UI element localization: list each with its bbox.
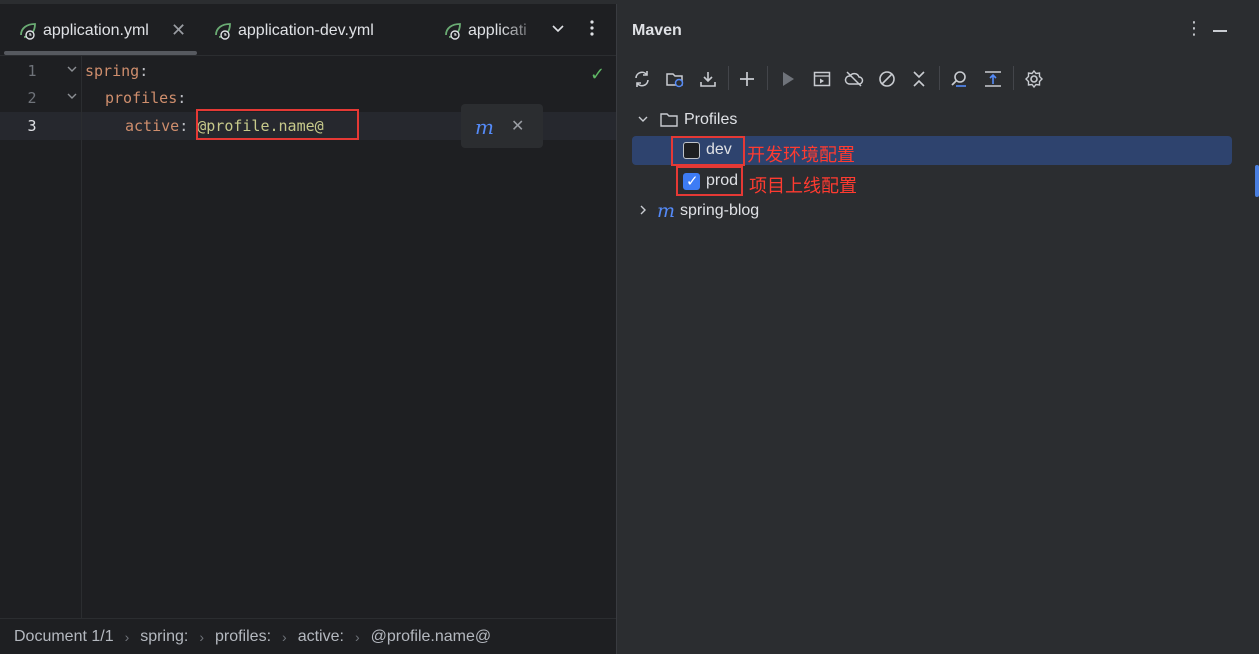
value-highlight-box xyxy=(196,109,359,140)
more-vertical-icon[interactable] xyxy=(584,18,600,43)
download-icon[interactable] xyxy=(695,66,721,92)
reimport-folder-icon[interactable] xyxy=(662,66,688,92)
maven-reload-icon[interactable]: m xyxy=(475,115,494,139)
maven-project-icon: m xyxy=(657,200,676,222)
breadcrumb-item[interactable]: Document 1/1 xyxy=(14,628,114,646)
fold-chevron-icon[interactable] xyxy=(66,84,78,112)
annotation-box-dev xyxy=(671,136,745,166)
annotation-note-dev: 开发环境配置 xyxy=(747,145,855,165)
maven-title: Maven xyxy=(632,22,682,39)
yaml-key: profiles xyxy=(105,89,178,107)
close-icon[interactable]: ✕ xyxy=(511,116,524,136)
tree-node-profiles[interactable]: Profiles xyxy=(637,106,737,134)
yaml-colon: : xyxy=(177,89,187,107)
maven-tool-window: Maven ⋮ Profiles dev 开发环境配置 ✓ prod 项目上线配… xyxy=(617,4,1259,654)
tab-application-dev-yml[interactable]: application-dev.yml xyxy=(213,18,374,44)
minimize-icon[interactable] xyxy=(1213,30,1227,32)
project-label: spring-blog xyxy=(680,202,760,219)
line-number: 1 xyxy=(27,62,37,80)
skip-tests-icon[interactable] xyxy=(874,66,900,92)
line-number: 3 xyxy=(27,117,37,135)
folder-icon xyxy=(659,111,679,129)
tab-close-icon[interactable]: ✕ xyxy=(171,20,186,41)
analyze-icon[interactable] xyxy=(946,66,972,92)
tab-overflow-fade xyxy=(500,14,546,48)
code-line-1[interactable]: 1 spring: xyxy=(0,57,616,85)
chevron-down-icon[interactable] xyxy=(550,20,566,41)
annotation-note-prod: 项目上线配置 xyxy=(749,176,857,196)
reload-icon[interactable] xyxy=(629,66,655,92)
run-icon[interactable] xyxy=(775,66,801,92)
execute-goal-icon[interactable] xyxy=(809,66,835,92)
breadcrumb-separator: › xyxy=(282,628,287,645)
collapse-icon[interactable] xyxy=(906,66,932,92)
chevron-right-icon[interactable] xyxy=(637,203,653,219)
toolbar-separator xyxy=(767,66,768,90)
breadcrumb-item[interactable]: profiles: xyxy=(215,628,271,646)
yaml-key: spring xyxy=(85,62,140,80)
tab-label: application-dev.yml xyxy=(238,22,374,39)
yaml-key: active xyxy=(125,117,180,135)
settings-icon[interactable] xyxy=(1021,66,1047,92)
tab-label: application.yml xyxy=(43,22,149,39)
tree-node-spring-blog[interactable]: m spring-blog xyxy=(637,197,759,225)
gutter-divider xyxy=(81,56,82,624)
spring-leaf-icon xyxy=(213,21,233,41)
breadcrumb-item[interactable]: active: xyxy=(298,628,344,646)
spring-leaf-icon xyxy=(443,21,463,41)
active-tab-indicator xyxy=(4,51,197,55)
breadcrumb-separator: › xyxy=(354,628,360,645)
breadcrumb-item[interactable]: spring: xyxy=(140,628,188,646)
yaml-colon: : xyxy=(179,117,189,135)
toolbar-separator xyxy=(728,66,729,90)
line-number: 2 xyxy=(27,89,37,107)
offline-icon[interactable] xyxy=(841,66,867,92)
chevron-down-icon[interactable] xyxy=(637,112,653,128)
breadcrumb: Document 1/1 › spring: › profiles: › act… xyxy=(0,618,616,654)
expand-all-icon[interactable] xyxy=(980,66,1006,92)
maven-reload-popup: m ✕ xyxy=(461,104,543,148)
spring-leaf-icon xyxy=(18,21,38,41)
more-vertical-icon[interactable]: ⋮ xyxy=(1185,18,1203,39)
scrollbar-thumb[interactable] xyxy=(1255,165,1259,197)
tab-application-yml[interactable]: application.yml xyxy=(18,18,149,44)
yaml-colon: : xyxy=(139,62,149,80)
breadcrumb-separator: › xyxy=(199,628,204,645)
add-icon[interactable] xyxy=(734,66,760,92)
editor-pane: application.yml ✕ application-dev.yml ap… xyxy=(0,4,616,654)
toolbar-separator xyxy=(1013,66,1014,90)
fold-chevron-icon[interactable] xyxy=(66,57,78,85)
profiles-label: Profiles xyxy=(684,111,738,128)
breadcrumb-separator: › xyxy=(124,628,130,645)
toolbar-separator xyxy=(939,66,940,90)
breadcrumb-item[interactable]: @profile.name@ xyxy=(371,628,492,646)
editor-tab-bar: application.yml ✕ application-dev.yml ap… xyxy=(0,4,616,56)
annotation-box-prod xyxy=(676,166,743,196)
